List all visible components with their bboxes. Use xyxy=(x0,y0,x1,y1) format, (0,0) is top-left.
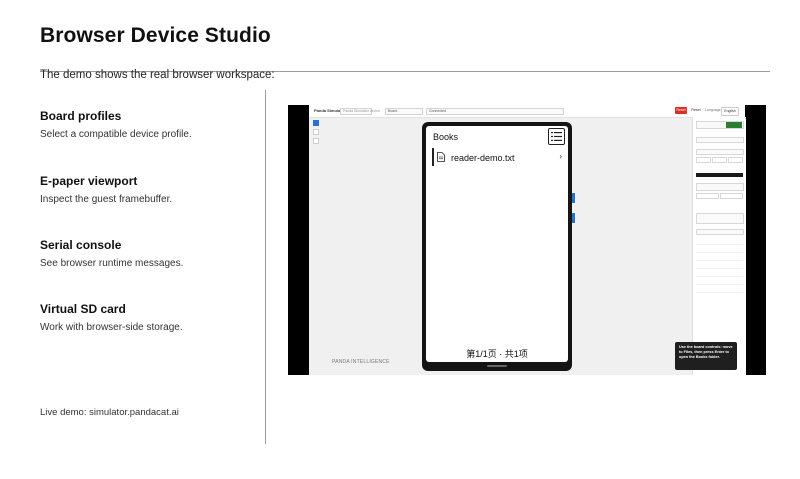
side-button-up[interactable] xyxy=(572,193,575,203)
column-divider xyxy=(265,90,266,444)
status-field: Connected xyxy=(426,108,564,115)
brand-footer: PANDA INTELLIGENCE xyxy=(332,359,390,365)
console-action-1[interactable] xyxy=(696,193,719,199)
app-tagline: Panda Simulator device xyxy=(340,108,380,115)
feature-text: Select a compatible device profile. xyxy=(40,129,192,140)
board-select[interactable]: Board xyxy=(385,108,423,115)
epaper-viewport[interactable]: Books reader-demo.txt › 第1/1页 · 共1项 xyxy=(426,126,568,362)
profile-select[interactable] xyxy=(696,137,744,143)
file-list-item[interactable]: reader-demo.txt › xyxy=(432,148,562,166)
live-demo-link[interactable]: Live demo: simulator.pandacat.ai xyxy=(40,407,179,418)
sd-card-info xyxy=(696,213,744,224)
menu-icon[interactable] xyxy=(548,128,565,145)
connected-badge xyxy=(726,122,742,128)
workspace-screenshot: Panda Simulator Panda Simulator device B… xyxy=(288,105,766,375)
reset-button[interactable]: Reset xyxy=(689,107,703,114)
feature-heading: Virtual SD card xyxy=(40,302,126,316)
feature-heading: Board profiles xyxy=(40,109,122,123)
feature-text: Inspect the guest framebuffer. xyxy=(40,194,173,205)
document-icon xyxy=(437,152,445,162)
page-indicator: 第1/1页 · 共1项 xyxy=(466,349,528,359)
firmware-field[interactable] xyxy=(696,149,744,155)
language-select[interactable]: English xyxy=(721,107,739,116)
feature-serial-console: Serial console See browser runtime messa… xyxy=(40,238,255,269)
display-tool-icon[interactable] xyxy=(313,129,319,135)
sd-path-field[interactable] xyxy=(696,229,744,235)
board-settings-panel xyxy=(692,117,746,375)
sd-file-item[interactable] xyxy=(696,245,743,253)
page-title: Browser Device Studio xyxy=(40,24,271,47)
feature-text: See browser runtime messages. xyxy=(40,258,184,269)
selection-bar xyxy=(432,148,434,166)
option-button-1[interactable] xyxy=(696,157,711,163)
feature-virtual-sd-card: Virtual SD card Work with browser-side s… xyxy=(40,302,255,333)
page-subtitle: The demo shows the real browser workspac… xyxy=(40,69,275,81)
chevron-right-icon: › xyxy=(559,152,562,161)
side-button-down[interactable] xyxy=(572,213,575,223)
console-action-2[interactable] xyxy=(720,193,743,199)
feature-heading: E-paper viewport xyxy=(40,174,138,188)
sd-file-item[interactable] xyxy=(696,237,743,245)
feature-epaper-viewport: E-paper viewport Inspect the guest frame… xyxy=(40,174,255,205)
feature-text: Work with browser-side storage. xyxy=(40,322,183,333)
simulator-toolbar: Panda Simulator Panda Simulator device B… xyxy=(309,105,745,118)
console-tool-icon[interactable] xyxy=(313,138,319,144)
file-name: reader-demo.txt xyxy=(451,153,515,163)
hint-toast: Use the board controls: move to Files, t… xyxy=(675,342,737,370)
language-label: Language xyxy=(705,108,721,112)
feature-heading: Serial console xyxy=(40,238,122,252)
feature-board-profiles: Board profiles Select a compatible devic… xyxy=(40,109,255,140)
home-indicator xyxy=(487,365,507,367)
serial-console-strip xyxy=(696,173,743,177)
reset-button-primary[interactable]: Reset xyxy=(675,107,687,114)
sd-file-item[interactable] xyxy=(696,277,743,285)
sd-file-item[interactable] xyxy=(696,269,743,277)
left-toolbar xyxy=(313,120,319,147)
option-button-2[interactable] xyxy=(712,157,727,163)
sd-file-item[interactable] xyxy=(696,285,743,293)
sd-file-item[interactable] xyxy=(696,261,743,269)
files-tool-icon[interactable] xyxy=(313,120,319,126)
books-title: Books xyxy=(433,132,459,142)
device-frame: Books reader-demo.txt › 第1/1页 · 共1项 xyxy=(422,122,572,371)
option-button-3[interactable] xyxy=(728,157,743,163)
sd-file-item[interactable] xyxy=(696,253,743,261)
console-log xyxy=(696,183,744,191)
simulator-window: Panda Simulator Panda Simulator device B… xyxy=(309,105,746,375)
